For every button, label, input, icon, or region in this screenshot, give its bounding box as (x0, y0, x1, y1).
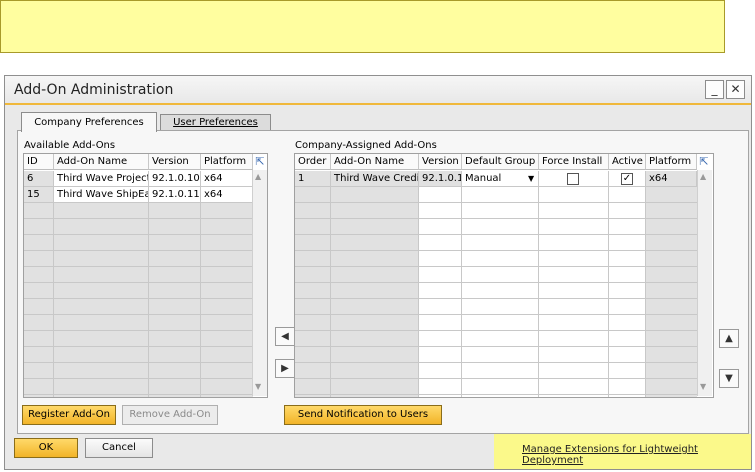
remove-addon-button[interactable]: Remove Add-On (122, 405, 218, 425)
info-banner (0, 0, 725, 53)
link-area: Manage Extensions for Lightweight Deploy… (494, 434, 751, 469)
column-header[interactable]: Active (609, 154, 646, 170)
table-cell[interactable]: x64 (201, 171, 253, 187)
table-cell[interactable]: x64 (646, 171, 697, 187)
table-cell[interactable]: 92.1.0.100 (149, 171, 201, 187)
table-cell[interactable]: 6 (24, 171, 54, 187)
dropdown-arrow-icon[interactable]: ▼ (528, 171, 534, 186)
force-install-checkbox[interactable] (567, 173, 579, 185)
force-install-cell (539, 171, 609, 187)
manage-extensions-link[interactable]: Manage Extensions for Lightweight Deploy… (522, 444, 751, 466)
scroll-up-icon[interactable]: ▲ (255, 172, 261, 181)
tab-company-preferences-label: Company Preferences (34, 117, 144, 128)
active-cell: ✓ (609, 171, 646, 187)
window-title: Add-On Administration (14, 82, 174, 98)
table-cell[interactable]: 92.1.0.11( (419, 171, 462, 187)
default-group-value: Manual (465, 173, 502, 184)
arrow-up-icon: ▲ (725, 333, 733, 344)
column-header[interactable]: Order (295, 154, 331, 170)
scrollbar[interactable]: ▲ ▼ (697, 170, 712, 396)
arrow-down-icon: ▼ (725, 373, 733, 384)
tab-user-preferences-label: User Preferences (173, 117, 258, 128)
column-header[interactable]: Add-On Name (54, 154, 149, 170)
arrow-right-icon: ▶ (281, 363, 289, 374)
company-preferences-panel: Available Add-Ons ID Add-On Name Version… (17, 130, 749, 434)
column-header[interactable]: Default Group (462, 154, 539, 170)
scroll-up-icon[interactable]: ▲ (700, 172, 706, 181)
close-icon[interactable]: ✕ (726, 80, 745, 99)
column-header[interactable]: Platform (646, 154, 697, 170)
scrollbar[interactable]: ▲ ▼ (252, 170, 267, 396)
move-right-button[interactable]: ▶ (275, 359, 295, 378)
table-cell[interactable]: 1 (295, 171, 331, 187)
assigned-addons-label: Company-Assigned Add-Ons (295, 140, 437, 151)
table-cell[interactable]: Third Wave Credit (331, 171, 419, 187)
title-bar[interactable]: Add-On Administration _ ✕ (5, 76, 751, 105)
table-cell[interactable]: Third Wave Project . (54, 171, 149, 187)
move-left-button[interactable]: ◀ (275, 327, 295, 346)
arrow-left-icon: ◀ (281, 331, 289, 342)
addon-admin-window: Add-On Administration _ ✕ User Preferenc… (4, 75, 752, 470)
send-notification-button[interactable]: Send Notification to Users (284, 405, 442, 425)
table-cell[interactable]: x64 (201, 187, 253, 203)
table-cell[interactable]: 15 (24, 187, 54, 203)
empty-rows (24, 203, 253, 397)
tab-company-preferences[interactable]: Company Preferences (21, 112, 157, 132)
minimize-icon[interactable]: _ (705, 80, 724, 99)
column-header[interactable]: Version (149, 154, 201, 170)
register-addon-button[interactable]: Register Add-On (22, 405, 116, 425)
move-down-button[interactable]: ▼ (719, 369, 739, 388)
column-header[interactable]: Version (419, 154, 462, 170)
move-up-button[interactable]: ▲ (719, 329, 739, 348)
expand-arrow-icon[interactable]: ⇱ (698, 155, 710, 168)
active-checkbox[interactable]: ✓ (621, 173, 633, 185)
ok-button[interactable]: OK (14, 438, 78, 458)
scroll-down-icon[interactable]: ▼ (255, 382, 261, 391)
assigned-addons-table: Order Add-On Name Version Default Group … (294, 153, 714, 398)
column-header[interactable]: Force Install (539, 154, 609, 170)
tab-user-preferences[interactable]: User Preferences (160, 114, 271, 131)
empty-rows (295, 187, 697, 397)
default-group-dropdown[interactable]: Manual ▼ (462, 171, 539, 187)
expand-arrow-icon[interactable]: ⇱ (254, 155, 266, 168)
available-addons-table: ID Add-On Name Version Platform ⇱ 6 Thir… (23, 153, 268, 398)
table-cell[interactable]: 92.1.0.110 (149, 187, 201, 203)
column-header[interactable]: Platform (201, 154, 253, 170)
scroll-down-icon[interactable]: ▼ (700, 382, 706, 391)
cancel-button[interactable]: Cancel (85, 438, 153, 458)
table-cell[interactable]: Third Wave ShipEas (54, 187, 149, 203)
column-header[interactable]: ID (24, 154, 54, 170)
column-header[interactable]: Add-On Name (331, 154, 419, 170)
available-addons-label: Available Add-Ons (24, 140, 116, 151)
